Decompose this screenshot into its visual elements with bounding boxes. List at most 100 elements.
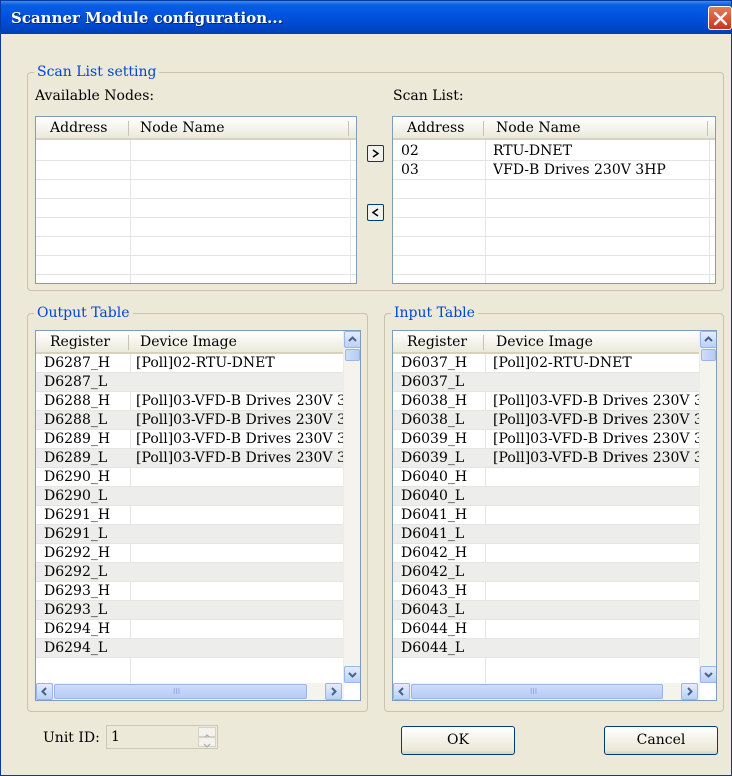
cancel-button[interactable]: Cancel xyxy=(604,726,718,755)
table-row[interactable]: D6294_L xyxy=(36,639,344,658)
table-row[interactable]: D6041_H xyxy=(393,506,700,525)
table-row[interactable]: D6289_H [Poll]03-VFD-B Drives 230V 3HP xyxy=(36,430,344,449)
register-cell: D6293_H xyxy=(44,583,111,599)
list-item[interactable] xyxy=(36,142,356,161)
output-device-image-header[interactable]: Device Image xyxy=(140,334,237,350)
chevron-up-icon xyxy=(704,336,713,342)
table-row[interactable]: D6288_L [Poll]03-VFD-B Drives 230V 3HP xyxy=(36,411,344,430)
list-item[interactable] xyxy=(393,180,715,199)
dialog-window: Scanner Module configuration... Scan Lis… xyxy=(0,0,732,776)
scan-list-header: Address Node Name xyxy=(393,117,715,140)
list-item[interactable] xyxy=(36,199,356,218)
table-row[interactable]: D6041_L xyxy=(393,525,700,544)
table-row[interactable]: D6289_L [Poll]03-VFD-B Drives 230V 3HP xyxy=(36,449,344,468)
table-row[interactable]: D6290_H xyxy=(36,468,344,487)
input-scroll-right-button[interactable] xyxy=(681,683,698,700)
device-image-cell: [Poll]02-RTU-DNET xyxy=(136,355,275,371)
table-row[interactable]: D6037_L xyxy=(393,373,700,392)
list-item[interactable] xyxy=(36,256,356,275)
input-device-image-header[interactable]: Device Image xyxy=(496,334,593,350)
table-row[interactable]: D6042_H xyxy=(393,544,700,563)
input-scroll-left-button[interactable] xyxy=(393,683,410,700)
list-item[interactable] xyxy=(36,218,356,237)
table-row[interactable]: D6040_L xyxy=(393,487,700,506)
table-row[interactable]: D6038_H [Poll]03-VFD-B Drives 230V 3HP xyxy=(393,392,700,411)
table-row[interactable]: D6292_L xyxy=(36,563,344,582)
table-row[interactable]: D6038_L [Poll]03-VFD-B Drives 230V 3HP xyxy=(393,411,700,430)
list-item[interactable] xyxy=(393,256,715,275)
table-row[interactable]: D6293_L xyxy=(36,601,344,620)
output-scroll-right-button[interactable] xyxy=(325,683,342,700)
chevron-down-icon xyxy=(348,672,357,678)
table-row[interactable]: D6044_H xyxy=(393,620,700,639)
input-scroll-thumb[interactable] xyxy=(701,349,716,361)
register-cell: D6044_H xyxy=(401,621,468,637)
device-image-cell: [Poll]03-VFD-B Drives 230V 3HP xyxy=(493,393,700,409)
available-nodes-list[interactable]: Address Node Name xyxy=(35,116,357,284)
available-node-name-header[interactable]: Node Name xyxy=(140,120,225,136)
list-item[interactable] xyxy=(393,218,715,237)
input-hscroll-thumb[interactable]: III xyxy=(411,684,663,699)
table-row[interactable]: D6294_H xyxy=(36,620,344,639)
list-item[interactable] xyxy=(393,237,715,256)
table-row[interactable]: D6043_H xyxy=(393,582,700,601)
register-cell: D6042_L xyxy=(401,564,465,580)
output-vertical-scrollbar[interactable] xyxy=(343,331,360,683)
unit-id-spin-buttons xyxy=(198,727,216,748)
table-row[interactable]: D6290_L xyxy=(36,487,344,506)
input-table[interactable]: Register Device Image D6037_H [Poll]02-RT… xyxy=(392,330,717,701)
table-row[interactable]: D6037_H [Poll]02-RTU-DNET xyxy=(393,354,700,373)
device-image-cell: [Poll]03-VFD-B Drives 230V 3HP xyxy=(493,412,700,428)
output-register-header[interactable]: Register xyxy=(50,334,110,350)
list-item[interactable] xyxy=(36,180,356,199)
add-to-scan-list-button[interactable] xyxy=(367,145,384,162)
list-item[interactable] xyxy=(393,199,715,218)
output-scroll-up-button[interactable] xyxy=(344,331,360,348)
output-horizontal-scrollbar[interactable]: III xyxy=(36,683,344,700)
unit-id-stepper: 1 xyxy=(106,725,218,749)
table-row[interactable]: D6040_H xyxy=(393,468,700,487)
list-item[interactable] xyxy=(36,237,356,256)
available-address-header[interactable]: Address xyxy=(50,120,107,136)
output-table[interactable]: Register Device Image D6287_H [Poll]02-RT… xyxy=(35,330,361,701)
table-row[interactable]: D6291_H xyxy=(36,506,344,525)
register-cell: D6287_L xyxy=(44,374,108,390)
table-row[interactable]: D6039_H [Poll]03-VFD-B Drives 230V 3HP xyxy=(393,430,700,449)
scan-node-name-header[interactable]: Node Name xyxy=(496,120,581,136)
output-scroll-thumb[interactable] xyxy=(345,349,360,361)
input-scroll-down-button[interactable] xyxy=(700,666,716,683)
table-row[interactable]: D6287_L xyxy=(36,373,344,392)
register-cell: D6291_H xyxy=(44,507,111,523)
title-bar[interactable]: Scanner Module configuration... xyxy=(1,1,732,34)
scan-address-cell: 03 xyxy=(401,162,419,178)
table-row[interactable]: D6287_H [Poll]02-RTU-DNET xyxy=(36,354,344,373)
list-item[interactable] xyxy=(36,161,356,180)
table-row[interactable]: D6044_L xyxy=(393,639,700,658)
arrow-down-icon xyxy=(203,743,211,748)
output-scroll-left-button[interactable] xyxy=(36,683,53,700)
table-row[interactable]: D6288_H [Poll]03-VFD-B Drives 230V 3HP xyxy=(36,392,344,411)
table-row[interactable]: D6039_L [Poll]03-VFD-B Drives 230V 3HP xyxy=(393,449,700,468)
table-row[interactable]: D6043_L xyxy=(393,601,700,620)
input-register-header[interactable]: Register xyxy=(407,334,467,350)
table-row[interactable]: D6042_L xyxy=(393,563,700,582)
input-vertical-scrollbar[interactable] xyxy=(699,331,716,683)
scan-list[interactable]: Address Node Name 02 RTU-DNET 03 VFD-B D… xyxy=(392,116,716,284)
input-horizontal-scrollbar[interactable]: III xyxy=(393,683,700,700)
list-item[interactable]: 02 RTU-DNET xyxy=(393,142,715,161)
device-image-cell: [Poll]02-RTU-DNET xyxy=(493,355,632,371)
ok-button[interactable]: OK xyxy=(401,726,515,755)
table-row[interactable]: D6292_H xyxy=(36,544,344,563)
remove-from-scan-list-button[interactable] xyxy=(367,204,384,221)
list-item[interactable]: 03 VFD-B Drives 230V 3HP xyxy=(393,161,715,180)
scan-list-label: Scan List: xyxy=(393,88,464,104)
chevron-left-icon xyxy=(41,687,47,696)
output-hscroll-thumb[interactable]: III xyxy=(54,684,307,699)
close-button[interactable] xyxy=(708,6,732,30)
output-scroll-down-button[interactable] xyxy=(344,666,360,683)
table-row[interactable]: D6291_L xyxy=(36,525,344,544)
table-row[interactable]: D6293_H xyxy=(36,582,344,601)
input-scroll-up-button[interactable] xyxy=(700,331,716,348)
scan-address-header[interactable]: Address xyxy=(407,120,464,136)
register-cell: D6289_L xyxy=(44,450,108,466)
